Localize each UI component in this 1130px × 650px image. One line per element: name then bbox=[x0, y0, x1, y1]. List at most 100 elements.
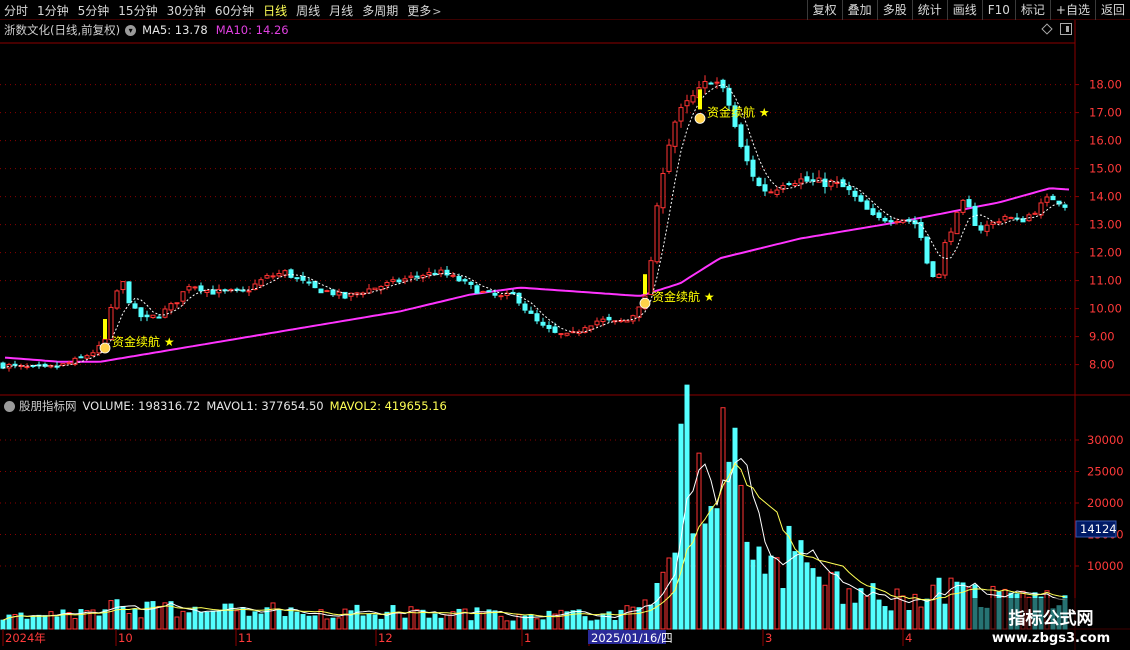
candle-body bbox=[264, 275, 270, 279]
x-axis-label: 12 bbox=[378, 631, 393, 645]
volume-bar bbox=[132, 608, 138, 630]
chevron-down-icon[interactable]: ▾ bbox=[125, 24, 137, 36]
candle-body bbox=[486, 290, 492, 293]
candle-body bbox=[1050, 195, 1056, 201]
candle-body bbox=[114, 290, 120, 309]
volume-bar bbox=[174, 616, 180, 630]
candle-body bbox=[516, 292, 522, 304]
volume-bar bbox=[624, 605, 630, 630]
volume-bar bbox=[156, 605, 162, 630]
candle-body bbox=[1038, 202, 1044, 216]
volume-tick-label: 20000 bbox=[1087, 496, 1124, 510]
candle-body bbox=[882, 217, 888, 222]
volume-bar bbox=[966, 586, 972, 630]
volume-bar bbox=[762, 573, 768, 630]
volume-bar bbox=[828, 571, 834, 630]
volume-bar bbox=[468, 620, 474, 630]
volume-bar bbox=[246, 615, 252, 630]
volume-bar bbox=[408, 606, 414, 630]
candle-body bbox=[630, 315, 636, 322]
volume-bar bbox=[870, 583, 876, 630]
candle-body bbox=[396, 279, 402, 283]
volume-bar bbox=[666, 557, 672, 630]
candle-body bbox=[1002, 215, 1008, 221]
volume-bar bbox=[858, 588, 864, 630]
candle-body bbox=[456, 276, 462, 282]
volume-bar bbox=[54, 616, 60, 630]
candle-body bbox=[672, 121, 678, 147]
dropdown-icon[interactable] bbox=[4, 400, 15, 412]
stock-chart[interactable]: 18.0017.0016.0015.0014.0013.0012.0011.00… bbox=[0, 0, 1130, 650]
candle-body bbox=[864, 200, 870, 210]
x-axis-label: 11 bbox=[238, 631, 253, 645]
volume-bar bbox=[906, 609, 912, 630]
candle-body bbox=[636, 306, 642, 318]
signal-coin-icon bbox=[639, 297, 651, 309]
volume-bar bbox=[318, 609, 324, 630]
signal-coin-icon bbox=[99, 342, 111, 354]
volume-bar bbox=[480, 611, 486, 630]
volume-bar bbox=[582, 616, 588, 630]
volume-tick-label: 30000 bbox=[1087, 433, 1124, 447]
candle-body bbox=[1008, 216, 1014, 219]
volume-bar bbox=[336, 617, 342, 630]
candle-body bbox=[438, 269, 444, 275]
volume-bar bbox=[474, 607, 480, 630]
price-tick-label: 13.00 bbox=[1089, 218, 1122, 232]
candle-body bbox=[384, 282, 390, 286]
volume-bar bbox=[342, 608, 348, 630]
signal-label: 资金续航 ★ bbox=[707, 104, 770, 119]
volume-bar bbox=[540, 619, 546, 630]
price-tick-label: 10.00 bbox=[1089, 302, 1122, 316]
volume-bar bbox=[138, 617, 144, 630]
volume-bar bbox=[726, 461, 732, 630]
candle-body bbox=[216, 288, 222, 294]
candle-body bbox=[798, 178, 804, 184]
watermark-title: 指标公式网 bbox=[1008, 609, 1094, 629]
price-tick-label: 16.00 bbox=[1089, 134, 1122, 148]
candle-body bbox=[402, 278, 408, 282]
volume-tick-label: 25000 bbox=[1087, 465, 1124, 479]
candle-body bbox=[894, 221, 900, 224]
volume-bar bbox=[702, 523, 708, 630]
candle-body bbox=[324, 290, 330, 293]
volume-bar bbox=[258, 613, 264, 630]
candle-body bbox=[534, 313, 540, 322]
volume-bar bbox=[420, 609, 426, 630]
volume-bar bbox=[330, 617, 336, 630]
candle-body bbox=[792, 183, 798, 186]
volume-bar bbox=[708, 506, 714, 630]
candle-body bbox=[546, 324, 552, 329]
volume-bar bbox=[738, 484, 744, 630]
candle-body bbox=[954, 211, 960, 235]
price-tick-label: 8.00 bbox=[1089, 358, 1115, 372]
x-axis-label: 4 bbox=[905, 631, 912, 645]
volume-bar bbox=[324, 618, 330, 630]
volume-bar bbox=[450, 611, 456, 630]
candle-body bbox=[660, 173, 666, 209]
volume-bar bbox=[126, 612, 132, 630]
price-tick-label: 12.00 bbox=[1089, 246, 1122, 260]
volume-bar bbox=[510, 620, 516, 630]
candle-body bbox=[150, 314, 156, 319]
volume-bar bbox=[114, 599, 120, 630]
volume-bar bbox=[804, 562, 810, 630]
volume-bar bbox=[534, 618, 540, 630]
candle-body bbox=[666, 144, 672, 172]
volume-bar bbox=[396, 611, 402, 630]
volume-bar bbox=[960, 582, 966, 630]
candle-body bbox=[684, 100, 690, 107]
candle-body bbox=[678, 107, 684, 122]
candle-body bbox=[786, 183, 792, 186]
volume-bar bbox=[36, 614, 42, 630]
candle-body bbox=[600, 318, 606, 323]
candle-body bbox=[714, 81, 720, 84]
volume-panel-header: 股朋指标网 VOLUME: 198316.72 MAVOL1: 377654.5… bbox=[4, 398, 447, 414]
price-tick-label: 14.00 bbox=[1089, 190, 1122, 204]
candle-body bbox=[366, 288, 372, 294]
candle-body bbox=[978, 225, 984, 231]
candle-body bbox=[510, 291, 516, 295]
volume-bar bbox=[438, 617, 444, 630]
candle-body bbox=[462, 279, 468, 282]
panel-collapse-icon[interactable] bbox=[1060, 23, 1072, 35]
